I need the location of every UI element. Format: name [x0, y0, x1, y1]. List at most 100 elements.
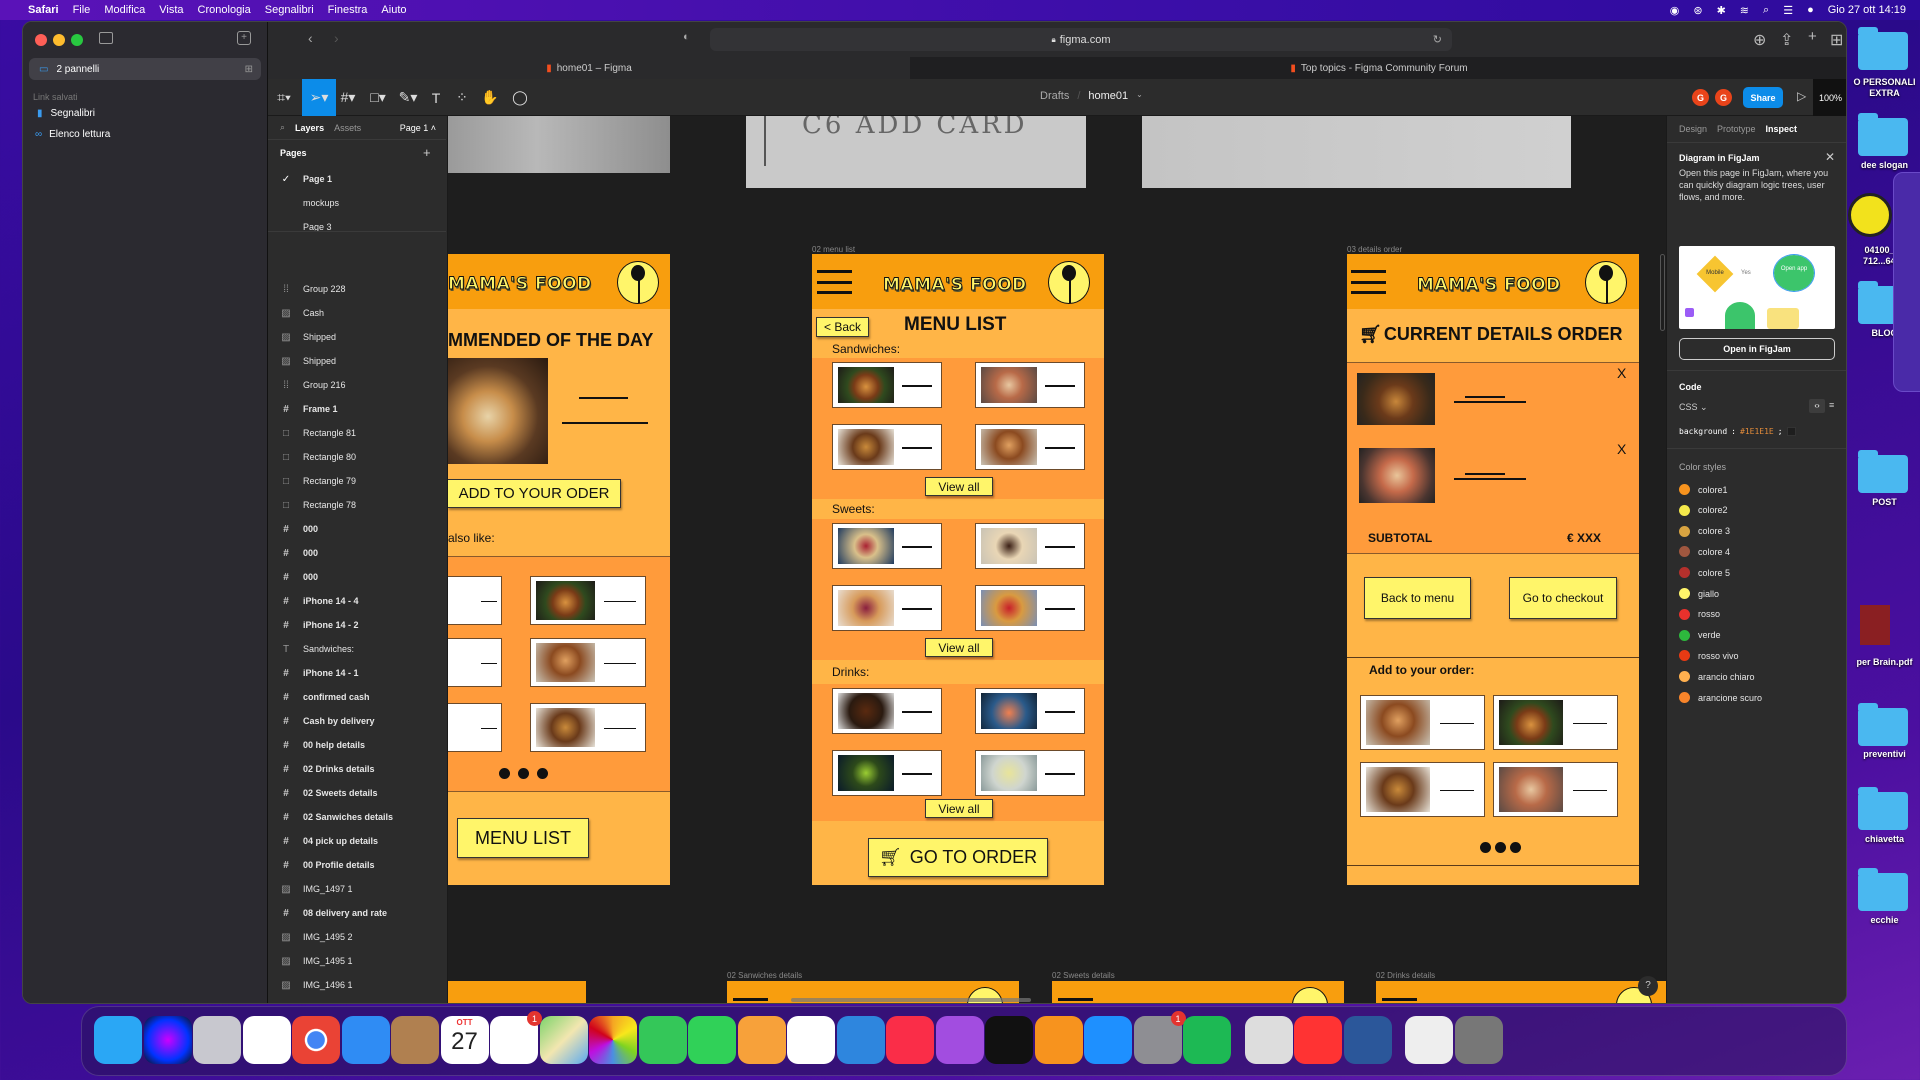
view-all-button[interactable]: View all: [925, 638, 993, 657]
layer-item[interactable]: # iPhone 14 - 4: [268, 589, 446, 613]
menu-aiuto[interactable]: Aiuto: [381, 4, 406, 16]
desktop-item[interactable]: preventivi: [1849, 749, 1920, 760]
tab-prototype[interactable]: Prototype: [1717, 124, 1756, 134]
sidebar-toggle-icon[interactable]: [99, 32, 113, 44]
tab-overview-icon[interactable]: ⊞: [1830, 30, 1843, 50]
facetime-icon[interactable]: [688, 1016, 736, 1064]
layer-item[interactable]: #04 pick up details: [268, 829, 446, 853]
menu-segnalibri[interactable]: Segnalibri: [265, 4, 314, 16]
frame-label[interactable]: 02 Drinks details: [1376, 971, 1435, 980]
shape-tool-icon[interactable]: □▾: [364, 79, 392, 116]
color-style-item[interactable]: colore 5: [1679, 567, 1730, 579]
layer-item[interactable]: □ Rectangle 81: [268, 421, 446, 445]
layer-item[interactable]: ▨ IMG_1496 1: [268, 973, 446, 997]
menu-cronologia[interactable]: Cronologia: [198, 4, 251, 16]
view-all-button[interactable]: View all: [925, 799, 993, 818]
hamburger-icon[interactable]: [1351, 270, 1386, 294]
add-to-order-button[interactable]: ADD TO YOUR ODER: [448, 479, 621, 508]
privacy-shield-icon[interactable]: ◐: [683, 31, 690, 43]
share-button[interactable]: Share: [1743, 87, 1783, 108]
food-card[interactable]: [1493, 762, 1618, 817]
layer-item[interactable]: T Sandwiches:: [268, 637, 446, 661]
frame-tool-icon[interactable]: #▾: [334, 79, 362, 116]
layer-item[interactable]: □ Rectangle 78: [268, 493, 446, 517]
food-card[interactable]: [832, 750, 942, 796]
page-item-page-3[interactable]: Page 3: [268, 215, 446, 239]
layer-item[interactable]: ▨ Cash: [268, 301, 446, 325]
chrome-icon[interactable]: [292, 1016, 340, 1064]
siri-icon[interactable]: ●: [1807, 4, 1814, 16]
page-item-page-1[interactable]: ✓ Page 1: [268, 167, 446, 191]
finder-icon[interactable]: [94, 1016, 142, 1064]
layer-item[interactable]: ▨ IMG_1495 2: [268, 925, 446, 949]
back-icon[interactable]: ‹: [308, 30, 313, 46]
photos-icon[interactable]: [589, 1016, 637, 1064]
food-card[interactable]: [448, 638, 502, 687]
color-style-item[interactable]: colore 4: [1679, 546, 1730, 558]
frame-label[interactable]: 02 menu list: [812, 245, 855, 254]
hamburger-icon[interactable]: [817, 270, 852, 294]
folder-icon[interactable]: [1858, 450, 1908, 493]
status-app-icon[interactable]: ◉: [1670, 4, 1680, 17]
zoom-window-button[interactable]: [71, 34, 83, 46]
system-settings-icon[interactable]: 1: [1133, 1011, 1186, 1064]
layer-item[interactable]: #00 Profile details: [268, 853, 446, 877]
food-card[interactable]: [832, 362, 942, 408]
desktop-item[interactable]: per Brain.pdf: [1849, 657, 1920, 668]
folder-icon[interactable]: [1858, 27, 1908, 70]
desktop-item[interactable]: O PERSONALI EXTRA: [1849, 77, 1920, 99]
canvas-scrollbar[interactable]: [1660, 254, 1665, 331]
move-tool-icon[interactable]: ➢▾: [302, 79, 336, 116]
food-card[interactable]: [975, 523, 1085, 569]
layer-item[interactable]: ⁞⁞ Group 216: [268, 373, 446, 397]
page-selector[interactable]: Page 1 ˄: [400, 123, 436, 133]
keynote-icon[interactable]: [836, 1016, 885, 1064]
layer-item[interactable]: ▨ Shipped: [268, 349, 446, 373]
food-card[interactable]: [530, 703, 646, 752]
remove-item-button[interactable]: X: [1617, 441, 1626, 457]
podcasts-icon[interactable]: [935, 1016, 984, 1064]
open-in-figjam-button[interactable]: Open in FigJam: [1679, 338, 1835, 360]
chevron-down-icon[interactable]: ⌄: [1136, 90, 1143, 102]
color-style-item[interactable]: arancione scuro: [1679, 692, 1762, 703]
layer-item[interactable]: #02 Sanwiches details: [268, 805, 446, 829]
layer-item[interactable]: # iPhone 14 - 2: [268, 613, 446, 637]
tab-layers[interactable]: Layers: [295, 123, 324, 133]
color-style-item[interactable]: colore 3: [1679, 525, 1730, 537]
add-page-icon[interactable]: +: [423, 145, 431, 160]
food-card[interactable]: [448, 703, 502, 752]
clock[interactable]: Gio 27 ott 14:19: [1828, 4, 1906, 16]
food-card[interactable]: [832, 585, 942, 631]
food-card[interactable]: [448, 576, 502, 625]
food-card[interactable]: [1360, 762, 1485, 817]
share-icon[interactable]: ⇪: [1780, 30, 1793, 50]
horizontal-scrollbar[interactable]: [791, 998, 1031, 1002]
sidebar-item-bookmarks[interactable]: ▮ Segnalibri: [37, 108, 95, 119]
tab-group-item[interactable]: ▭ 2 pannelli ⊞: [29, 58, 261, 80]
frame-menu-list[interactable]: MAMA'S FOOD < Back MENU LIST Sandwiches:…: [812, 254, 1104, 885]
desktop-item[interactable]: POST: [1849, 497, 1920, 508]
color-style-item[interactable]: giallo: [1679, 588, 1719, 599]
color-style-item[interactable]: arancio chiaro: [1679, 671, 1755, 683]
pen-tool-icon[interactable]: ✎▾: [394, 79, 422, 116]
color-style-item[interactable]: rosso: [1679, 608, 1720, 620]
folder-icon[interactable]: [1858, 787, 1908, 830]
food-card[interactable]: [975, 688, 1085, 734]
control-center-icon[interactable]: ☰: [1783, 4, 1793, 17]
breadcrumb-drafts[interactable]: Drafts: [1040, 90, 1069, 102]
food-card[interactable]: [832, 523, 942, 569]
comment-tool-icon[interactable]: ◯: [506, 79, 534, 116]
minimize-window-button[interactable]: [53, 34, 65, 46]
app-store-icon[interactable]: [1084, 1016, 1132, 1064]
color-style-item[interactable]: colore2: [1679, 504, 1728, 516]
search-icon[interactable]: ⌕: [1763, 4, 1769, 17]
avatar[interactable]: G: [1692, 89, 1709, 106]
sidebar-item-reading-list[interactable]: ∞ Elenco lettura: [35, 129, 110, 140]
frame-label[interactable]: 02 Sweets details: [1052, 971, 1115, 980]
tab-inspect[interactable]: Inspect: [1766, 124, 1798, 134]
layer-item[interactable]: ▨ IMG_1495 1: [268, 949, 446, 973]
menu-finestra[interactable]: Finestra: [328, 4, 368, 16]
food-card[interactable]: [1360, 695, 1485, 750]
view-all-button[interactable]: View all: [925, 477, 993, 496]
color-style-item[interactable]: colore1: [1679, 484, 1728, 495]
